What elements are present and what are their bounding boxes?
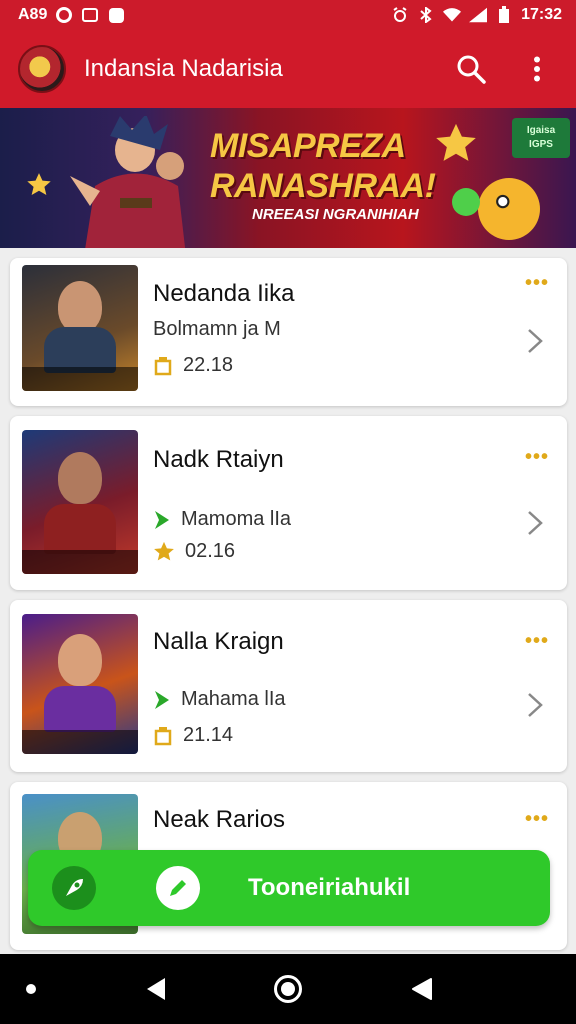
alarm-icon [391, 6, 409, 24]
box-icon [81, 6, 99, 24]
game-thumbnail [22, 614, 138, 754]
game-subtitle: Bolmamn ja M [153, 318, 281, 340]
app-title: Indansia Nadarisia [84, 55, 283, 82]
star-icon [154, 541, 174, 560]
nav-dot-icon[interactable] [26, 984, 36, 994]
game-title: Neak Rarios [153, 806, 286, 833]
status-left: A89 [18, 6, 125, 24]
game-card[interactable]: Nedanda Iika Bolmamn ja M 22.18 ••• [10, 258, 567, 406]
game-subtitle: Mahama lIa [153, 688, 286, 711]
back-icon[interactable] [143, 976, 167, 1002]
play-icon [155, 510, 169, 529]
game-thumbnail [22, 265, 138, 391]
game-title: Nedanda Iika [153, 280, 295, 307]
more-horiz-icon[interactable]: ••• [525, 630, 549, 653]
banner-green-blob [452, 188, 480, 216]
dot-icon [107, 6, 125, 24]
game-title: Nadk Rtaiyn [153, 446, 284, 473]
battery-icon [495, 6, 513, 24]
floating-action-bar[interactable]: Tooneiriahukil [28, 850, 550, 926]
rocket-icon[interactable] [52, 866, 96, 910]
game-rating: 02.16 [153, 540, 235, 563]
more-horiz-icon[interactable]: ••• [525, 272, 549, 295]
app-logo[interactable] [18, 45, 66, 93]
game-subtitle-text: Mamoma lIa [181, 508, 292, 530]
edit-icon[interactable] [156, 866, 200, 910]
more-horiz-icon[interactable]: ••• [525, 446, 549, 469]
game-rating: 22.18 [153, 354, 233, 377]
promo-banner[interactable]: MISAPREZA RANASHRAA! NREEASI NGRANIHIAH … [0, 108, 576, 248]
home-icon[interactable] [274, 975, 302, 1003]
status-bar: A89 17:32 [0, 0, 576, 30]
game-thumbnail [22, 430, 138, 574]
wifi-icon [443, 6, 462, 24]
chevron-right-icon[interactable] [525, 508, 545, 538]
chevron-right-icon[interactable] [525, 326, 545, 356]
app-bar: Indansia Nadarisia [0, 30, 576, 108]
status-time: 17:32 [521, 6, 562, 23]
chevron-right-icon[interactable] [525, 690, 545, 720]
game-rating-value: 02.16 [185, 540, 236, 562]
game-title: Nalla Kraign [153, 628, 284, 655]
game-rating-value: 21.14 [183, 724, 234, 746]
banner-title-line2: RANASHRAA! [210, 167, 436, 205]
signal-icon [469, 6, 488, 24]
game-subtitle-text: Mahama lIa [181, 688, 286, 710]
game-rating-value: 22.18 [183, 354, 234, 376]
system-nav-bar [0, 954, 576, 1024]
badge-icon [154, 356, 172, 375]
star-icon [27, 173, 51, 195]
search-icon[interactable] [454, 52, 488, 86]
banner-title: MISAPREZA RANASHRAA! [210, 126, 460, 206]
banner-mascot [478, 178, 540, 240]
star-icon [436, 123, 476, 161]
game-card[interactable]: Nalla Kraign Mahama lIa 21.14 ••• [10, 600, 567, 772]
banner-badge: Igaisa IGPS [512, 118, 570, 158]
banner-title-line1: MISAPREZA [210, 127, 406, 165]
app-actions [454, 52, 554, 86]
game-rating: 21.14 [153, 724, 233, 747]
banner-subtitle: NREEASI NGRANIHIAH [252, 206, 419, 223]
circle-icon [55, 6, 73, 24]
game-subtitle: Mamoma lIa [153, 508, 291, 531]
badge-icon [154, 726, 172, 745]
bluetooth-icon [417, 6, 435, 24]
more-horiz-icon[interactable]: ••• [525, 808, 549, 831]
more-vert-icon[interactable] [520, 52, 554, 86]
status-right: 17:32 [391, 6, 562, 24]
banner-hero-illustration [70, 116, 186, 248]
fab-label: Tooneiriahukil [248, 874, 411, 901]
play-icon [155, 690, 169, 709]
status-left-text: A89 [18, 6, 48, 23]
game-card[interactable]: Nadk Rtaiyn Mamoma lIa 02.16 ••• [10, 416, 567, 590]
recents-icon[interactable] [409, 978, 433, 1000]
